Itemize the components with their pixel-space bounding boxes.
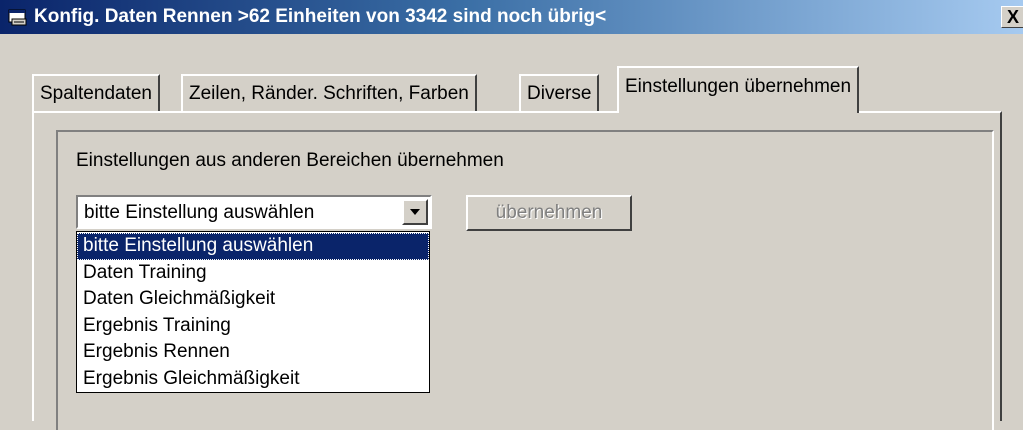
chevron-down-icon bbox=[410, 209, 420, 215]
dropdown-option-daten-gleichmaessigkeit[interactable]: Daten Gleichmäßigkeit bbox=[77, 286, 429, 313]
tab-diverse[interactable]: Diverse bbox=[519, 74, 600, 111]
combobox-value: bitte Einstellung auswählen bbox=[84, 202, 315, 223]
dropdown-option-bitte-einstellung-auswaehlen[interactable]: bitte Einstellung auswählen bbox=[77, 233, 429, 260]
dropdown-option-daten-training[interactable]: Daten Training bbox=[77, 260, 429, 287]
window-title: Konfig. Daten Rennen >62 Einheiten von 3… bbox=[34, 6, 607, 27]
dropdown-button[interactable] bbox=[402, 199, 428, 225]
tab-label: Spaltendaten bbox=[40, 82, 152, 104]
tab-label: Diverse bbox=[527, 82, 592, 104]
dropdown-option-ergebnis-rennen[interactable]: Ergebnis Rennen bbox=[77, 339, 429, 366]
app-icon[interactable] bbox=[8, 8, 28, 26]
tab-spaltendaten[interactable]: Spaltendaten bbox=[32, 74, 160, 111]
settings-source-combobox[interactable]: bitte Einstellung auswählen bbox=[76, 195, 432, 229]
dropdown-list[interactable]: bitte Einstellung auswählen Daten Traini… bbox=[76, 231, 430, 393]
section-label: Einstellungen aus anderen Bereichen über… bbox=[76, 150, 504, 171]
dropdown-option-ergebnis-training[interactable]: Ergebnis Training bbox=[77, 313, 429, 340]
apply-button[interactable]: übernehmen bbox=[466, 195, 632, 231]
close-icon: X bbox=[1006, 7, 1019, 27]
title-bar[interactable]: Konfig. Daten Rennen >62 Einheiten von 3… bbox=[0, 0, 1023, 34]
tab-einstellungen-uebernehmen[interactable]: Einstellungen übernehmen bbox=[617, 66, 860, 113]
tab-label: Einstellungen übernehmen bbox=[625, 75, 852, 97]
close-button[interactable]: X bbox=[1001, 6, 1023, 28]
tab-label: Zeilen, Ränder. Schriften, Farben bbox=[189, 82, 469, 104]
tab-zeilen-raender-schriften-farben[interactable]: Zeilen, Ränder. Schriften, Farben bbox=[181, 74, 477, 111]
dropdown-option-ergebnis-gleichmaessigkeit[interactable]: Ergebnis Gleichmäßigkeit bbox=[77, 366, 429, 393]
